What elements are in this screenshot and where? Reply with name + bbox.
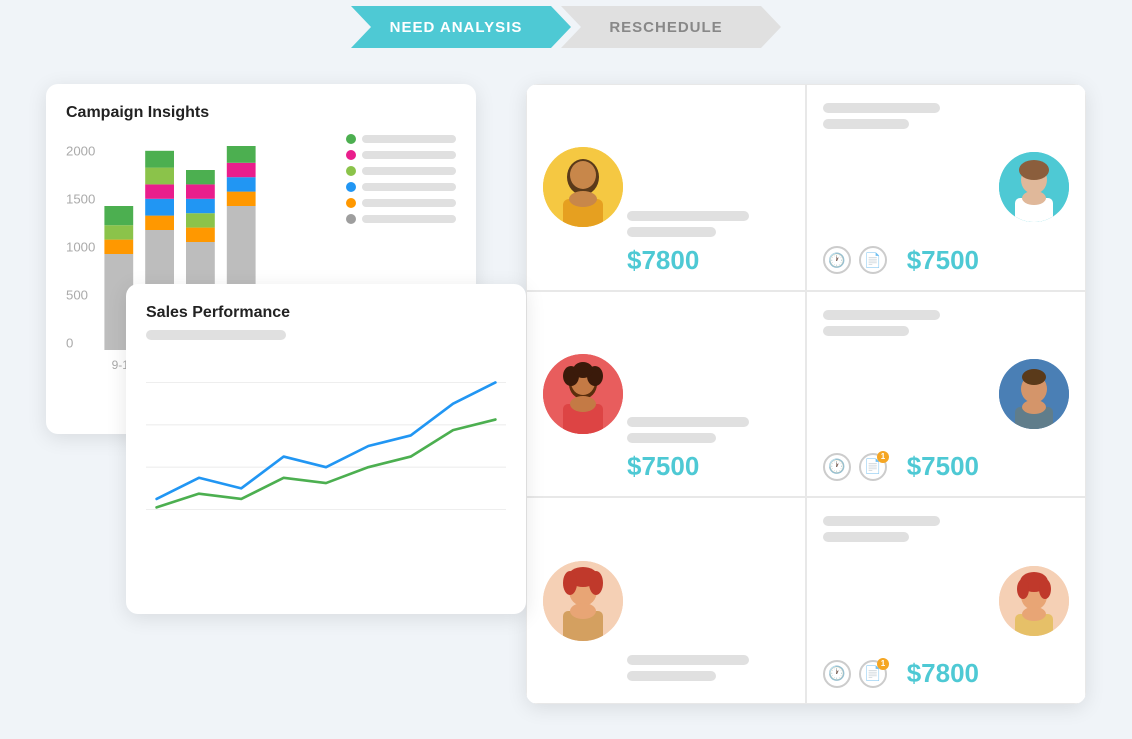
text-area-r1-right bbox=[823, 103, 1069, 137]
right-panel: $7800 🕐 bbox=[526, 84, 1086, 704]
text-lines-r1-right bbox=[823, 103, 979, 129]
nav-step-reschedule[interactable]: RESCHEDULE bbox=[561, 6, 781, 48]
text-line-2 bbox=[627, 227, 716, 237]
avatar-svg-3 bbox=[543, 354, 623, 434]
badge-r2: 1 bbox=[877, 451, 889, 463]
avatar-svg-4 bbox=[999, 359, 1069, 429]
avatar-r3-left bbox=[543, 561, 623, 641]
legend-dot-1 bbox=[346, 134, 356, 144]
line-chart-svg bbox=[146, 356, 506, 536]
text-line-3 bbox=[823, 103, 940, 113]
avatar-r1-right bbox=[999, 152, 1069, 222]
text-line-4 bbox=[823, 119, 909, 129]
svg-text:1500: 1500 bbox=[66, 192, 95, 207]
avatar-r2-right bbox=[999, 359, 1069, 429]
text-line-9 bbox=[627, 655, 749, 665]
svg-text:500: 500 bbox=[66, 288, 88, 303]
legend-item-5 bbox=[346, 198, 456, 208]
text-area-r2-right bbox=[823, 310, 1069, 344]
panel-cell-r2-right: 🕐 📄 1 $7500 bbox=[806, 291, 1086, 498]
sales-sub-bar bbox=[146, 330, 286, 340]
text-line-5 bbox=[627, 417, 749, 427]
sales-performance-title: Sales Performance bbox=[146, 304, 506, 322]
price-r1-left: $7800 bbox=[627, 245, 789, 276]
bottom-r2-right: 🕐 📄 1 $7500 bbox=[823, 451, 1069, 482]
doc-icon-r3: 📄 1 bbox=[859, 660, 887, 688]
text-lines-r3-right bbox=[823, 516, 979, 542]
doc-icon-r2: 📄 1 bbox=[859, 453, 887, 481]
step1-label: NEED ANALYSIS bbox=[390, 19, 523, 36]
icons-row-r2-right: 🕐 📄 1 bbox=[823, 453, 887, 481]
text-line-12 bbox=[823, 532, 909, 542]
svg-text:2000: 2000 bbox=[66, 144, 95, 159]
top-navigation: NEED ANALYSIS RESCHEDULE bbox=[0, 0, 1132, 54]
legend-dot-2 bbox=[346, 150, 356, 160]
icons-row-r1-right: 🕐 📄 bbox=[823, 246, 887, 274]
avatar-r1-left bbox=[543, 147, 623, 227]
price-r1-right: $7500 bbox=[907, 245, 979, 276]
legend-dot-5 bbox=[346, 198, 356, 208]
price-r2-left: $7500 bbox=[627, 451, 789, 482]
legend-bar-1 bbox=[362, 135, 456, 143]
bottom-r1-right: 🕐 📄 $7500 bbox=[823, 245, 1069, 276]
legend-bar-6 bbox=[362, 215, 456, 223]
legend-dot-6 bbox=[346, 214, 356, 224]
avatar-svg-1 bbox=[543, 147, 623, 227]
legend-item-6 bbox=[346, 214, 456, 224]
text-line-10 bbox=[627, 671, 716, 681]
icons-row-r3-right: 🕐 📄 1 bbox=[823, 660, 887, 688]
text-line-7 bbox=[823, 310, 940, 320]
panel-cell-r1-right: 🕐 📄 $7500 bbox=[806, 84, 1086, 291]
svg-text:0: 0 bbox=[66, 336, 73, 351]
text-lines-r2-right bbox=[823, 310, 979, 336]
bottom-r3-right: 🕐 📄 1 $7800 bbox=[823, 658, 1069, 689]
legend-dot-3 bbox=[346, 166, 356, 176]
sales-performance-card: Sales Performance bbox=[126, 284, 526, 614]
text-area-r3-right bbox=[823, 516, 1069, 550]
text-line-11 bbox=[823, 516, 940, 526]
avatar-r2-left bbox=[543, 354, 623, 434]
legend-item-2 bbox=[346, 150, 456, 160]
clock-icon-r3: 🕐 bbox=[823, 660, 851, 688]
avatar-r3-right bbox=[999, 566, 1069, 636]
clock-icon-r1: 🕐 bbox=[823, 246, 851, 274]
avatar-svg-2 bbox=[999, 152, 1069, 222]
doc-icon-r1: 📄 bbox=[859, 246, 887, 274]
legend-item-4 bbox=[346, 182, 456, 192]
panel-cell-r1-left: $7800 bbox=[526, 84, 806, 291]
panel-cell-r3-right: 🕐 📄 1 $7800 bbox=[806, 497, 1086, 704]
campaign-insights-title: Campaign Insights bbox=[66, 104, 456, 122]
avatar-svg-6 bbox=[999, 566, 1069, 636]
clock-icon-r2: 🕐 bbox=[823, 453, 851, 481]
panel-cell-r2-left: $7500 bbox=[526, 291, 806, 498]
svg-text:1000: 1000 bbox=[66, 240, 95, 255]
main-content: Campaign Insights 2000 1500 1000 500 0 bbox=[0, 54, 1132, 739]
legend-bar-4 bbox=[362, 183, 456, 191]
legend-item-1 bbox=[346, 134, 456, 144]
legend-bar-5 bbox=[362, 199, 456, 207]
text-line-6 bbox=[627, 433, 716, 443]
text-lines-r2-left bbox=[627, 417, 789, 443]
text-line-8 bbox=[823, 326, 909, 336]
text-lines-r3-left bbox=[627, 655, 789, 681]
price-r2-right: $7500 bbox=[907, 451, 979, 482]
legend-bar-2 bbox=[362, 151, 456, 159]
step2-label: RESCHEDULE bbox=[609, 19, 722, 36]
badge-r3: 1 bbox=[877, 658, 889, 670]
nav-step-need-analysis[interactable]: NEED ANALYSIS bbox=[351, 6, 571, 48]
panel-cell-r3-left bbox=[526, 497, 806, 704]
text-lines-r1-left bbox=[627, 211, 789, 237]
avatar-svg-5 bbox=[543, 561, 623, 641]
charts-panel: Campaign Insights 2000 1500 1000 500 0 bbox=[46, 84, 506, 684]
legend-dot-4 bbox=[346, 182, 356, 192]
legend-bar-3 bbox=[362, 167, 456, 175]
price-r3-right: $7800 bbox=[907, 658, 979, 689]
legend-item-3 bbox=[346, 166, 456, 176]
text-line-1 bbox=[627, 211, 749, 221]
